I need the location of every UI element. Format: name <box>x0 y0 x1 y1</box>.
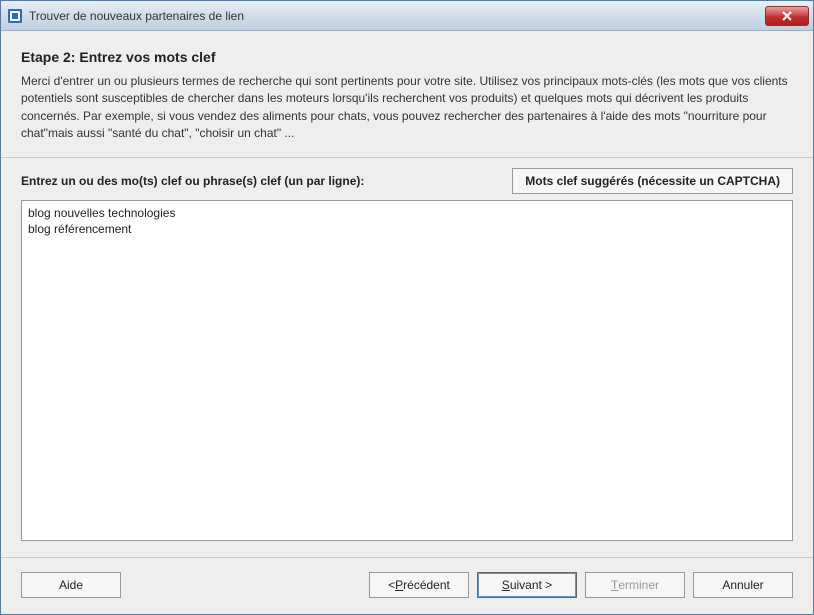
header-section: Etape 2: Entrez vos mots clef Merci d'en… <box>1 31 813 158</box>
help-button[interactable]: Aide <box>21 572 121 598</box>
cancel-button[interactable]: Annuler <box>693 572 793 598</box>
textarea-wrapper <box>21 200 793 541</box>
step-description: Merci d'entrer un ou plusieurs termes de… <box>21 73 793 143</box>
label-row: Entrez un ou des mo(ts) clef ou phrase(s… <box>21 168 793 194</box>
step-title: Etape 2: Entrez vos mots clef <box>21 49 793 65</box>
wizard-dialog: Trouver de nouveaux partenaires de lien … <box>0 0 814 615</box>
titlebar: Trouver de nouveaux partenaires de lien <box>1 1 813 31</box>
app-icon <box>7 8 23 24</box>
close-icon <box>782 11 792 21</box>
footer-section: Aide < Précédent Suivant > Terminer Annu… <box>1 557 813 614</box>
content-area: Etape 2: Entrez vos mots clef Merci d'en… <box>1 31 813 614</box>
window-title: Trouver de nouveaux partenaires de lien <box>29 9 765 23</box>
footer-left: Aide <box>21 572 369 598</box>
finish-button[interactable]: Terminer <box>585 572 685 598</box>
close-button[interactable] <box>765 6 809 26</box>
next-button[interactable]: Suivant > <box>477 572 577 598</box>
back-button[interactable]: < Précédent <box>369 572 469 598</box>
body-section: Entrez un ou des mo(ts) clef ou phrase(s… <box>1 158 813 557</box>
footer-right: < Précédent Suivant > Terminer Annuler <box>369 572 793 598</box>
keywords-label: Entrez un ou des mo(ts) clef ou phrase(s… <box>21 174 364 188</box>
suggest-keywords-button[interactable]: Mots clef suggérés (nécessite un CAPTCHA… <box>512 168 793 194</box>
keywords-textarea[interactable] <box>21 200 793 541</box>
